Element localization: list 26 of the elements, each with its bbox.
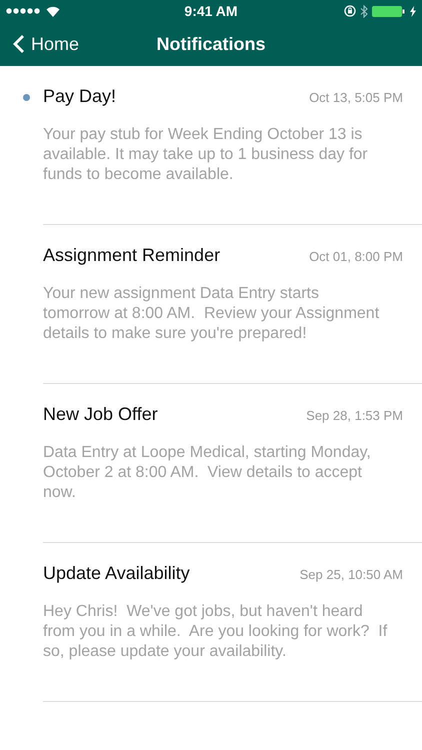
notification-title: New Job Offer — [43, 404, 159, 425]
notification-title: Update Availability — [43, 563, 191, 584]
notification-message: Your new assignment Data Entry starts tomorrow at 8:00 AM. Review your Assignment details to make sure you're prepared! — [43, 284, 380, 344]
notification-message: Hey Chris! We've got jobs, but haven't heard from you in a while. Are you looking for work? If so, please update your availability. — [43, 602, 388, 662]
notification-title: Pay Day! — [43, 86, 118, 107]
charging-icon — [410, 6, 416, 16]
status-time: 9:41 AM — [184, 3, 238, 19]
wifi-icon — [46, 6, 60, 16]
notification-item[interactable]: Update Availability Sep 25, 10:50 AM Hey Chris! We've got jobs, but haven't heard from you in a while. Are you looking for work? If so, please update your availability. — [43, 543, 422, 702]
rotation-lock-icon — [344, 5, 356, 17]
signal-icon — [6, 8, 42, 14]
notification-title: Assignment Reminder — [43, 245, 222, 266]
back-button[interactable]: Home — [0, 34, 80, 54]
notification-item[interactable]: Pay Day! Oct 13, 5:05 PM Your pay stub for Week Ending October 13 is available. It may take up to 1 business day for funds to become available. — [43, 66, 422, 225]
battery-icon — [372, 6, 406, 16]
notification-message: Data Entry at Loope Medical, starting Monday, October 2 at 8:00 AM. View details to accept now. — [43, 443, 372, 503]
notification-item[interactable]: New Job Offer Sep 28, 1:53 PM Data Entry at Loope Medical, starting Monday, October 2 at 8:00 AM. View details to accept now. — [43, 384, 422, 543]
notification-date: Sep 25, 10:50 AM — [300, 567, 403, 582]
chevron-left-icon — [13, 34, 25, 54]
notification-date: Sep 28, 1:53 PM — [306, 408, 403, 423]
notification-item[interactable]: Assignment Reminder Oct 01, 8:00 PM Your new assignment Data Entry starts tomorrow at 8:00 AM. Review your Assignment details to make sure you're prepared! — [43, 225, 422, 384]
screen-title: Notifications — [156, 34, 266, 54]
notification-date: Oct 01, 8:00 PM — [309, 249, 403, 264]
bluetooth-icon — [360, 4, 368, 18]
notification-date: Oct 13, 5:05 PM — [309, 90, 403, 105]
notification-message: Your pay stub for Week Ending October 13 is available. It may take up to 1 business day for funds to become available. — [43, 125, 369, 185]
